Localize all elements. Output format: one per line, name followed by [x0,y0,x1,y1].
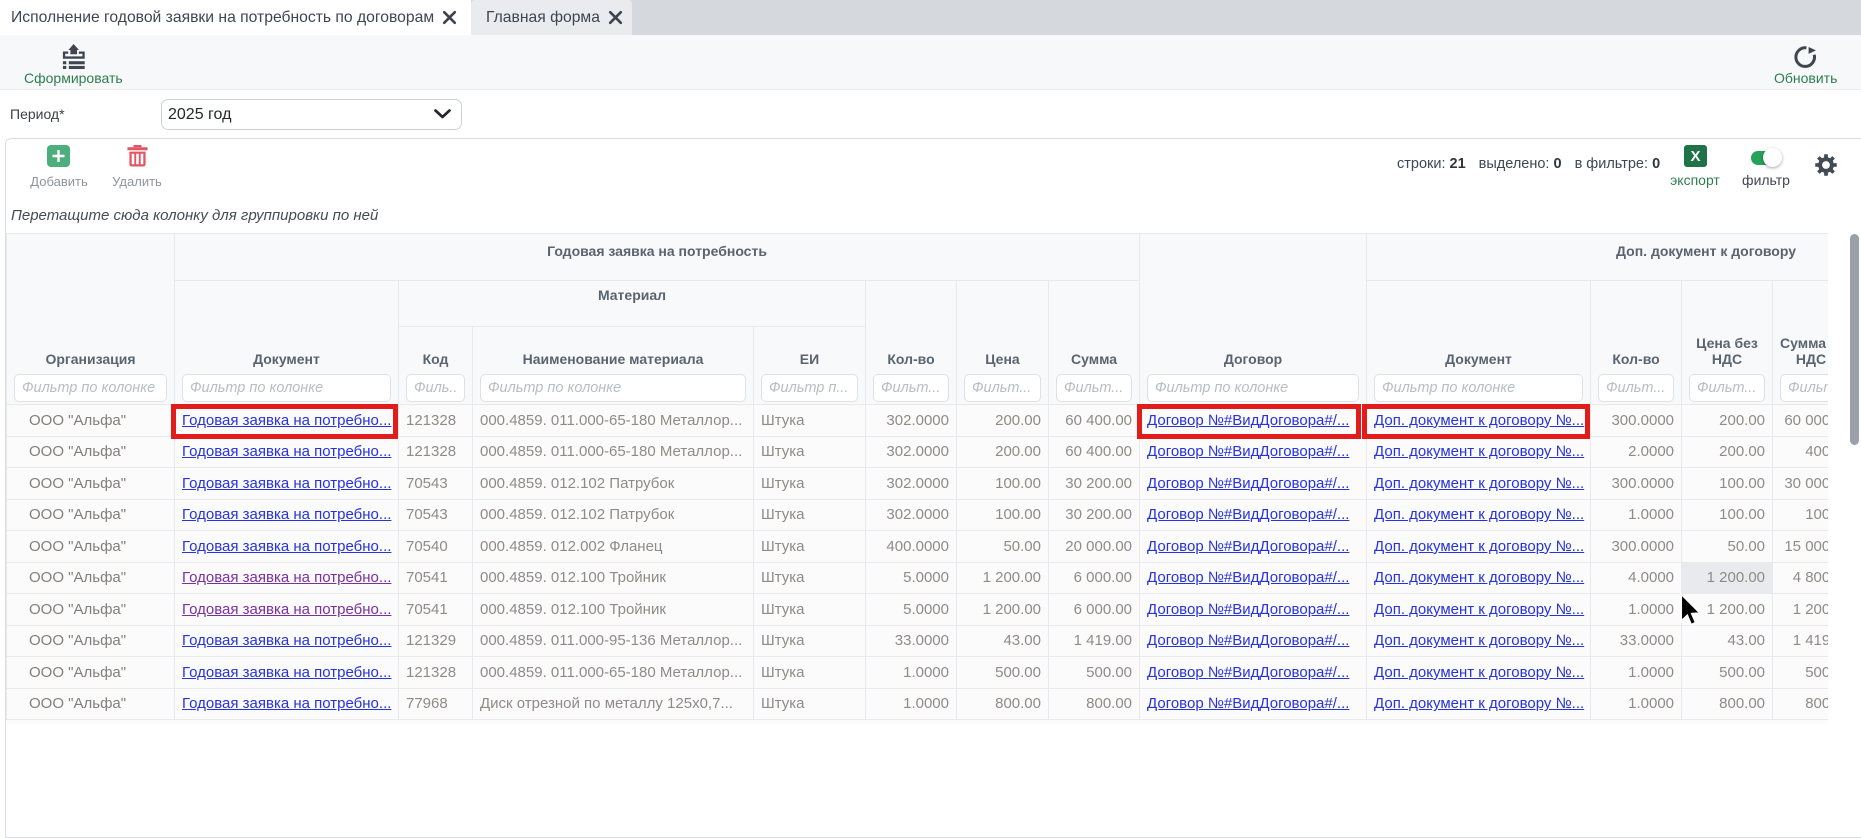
svg-text:X: X [1690,148,1700,165]
